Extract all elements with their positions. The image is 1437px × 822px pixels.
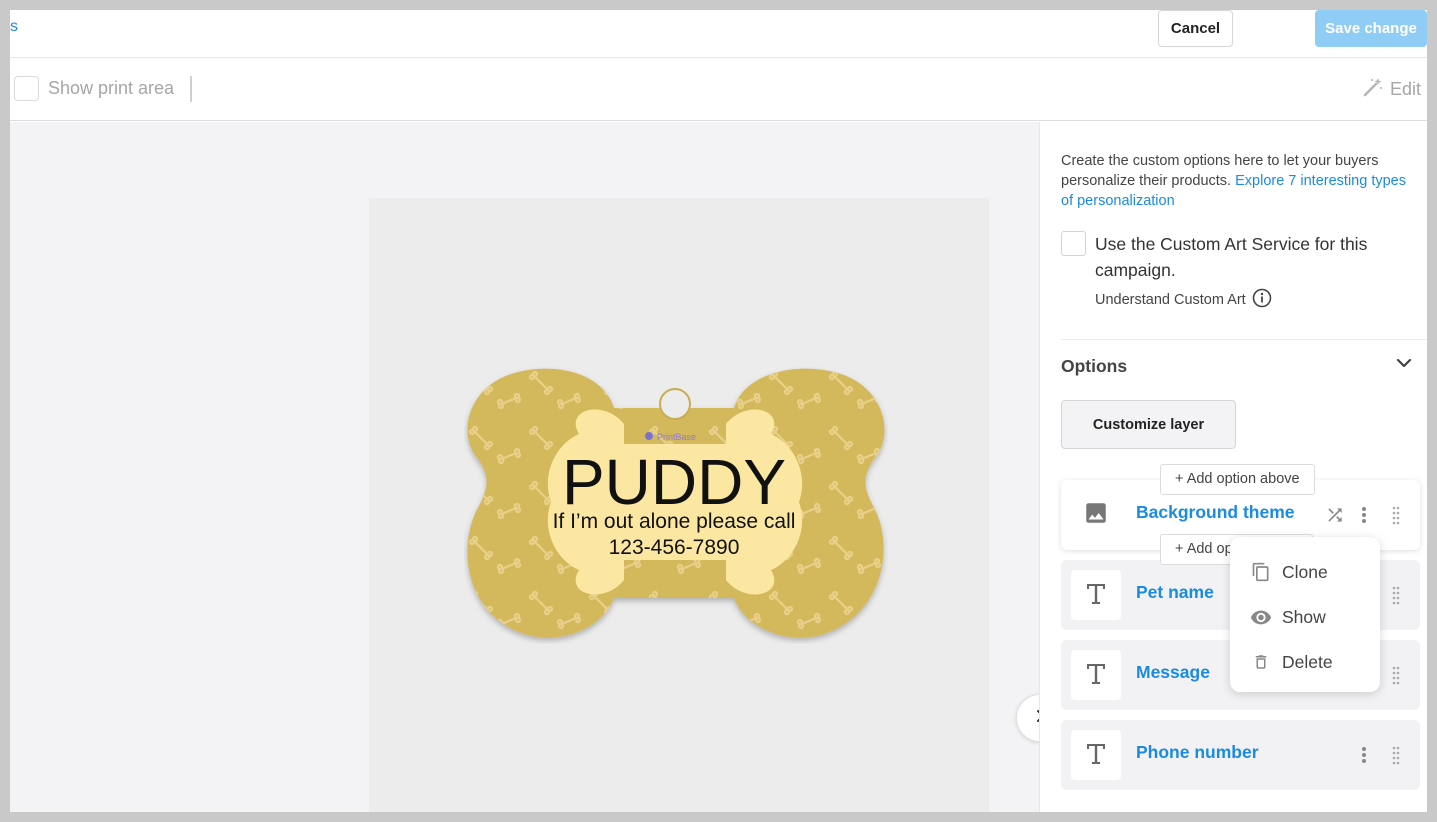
tag-message: If I’m out alone please call [553, 510, 796, 533]
drag-handle-icon[interactable] [1391, 665, 1401, 690]
option-item-phone-number[interactable]: Phone number [1061, 720, 1420, 790]
option-thumb [1071, 490, 1121, 540]
more-options-icon[interactable] [1360, 505, 1368, 530]
editor-toolbar: Show print area Edit [10, 59, 1427, 121]
shuffle-icon[interactable] [1324, 505, 1346, 530]
menu-item-clone[interactable]: Clone [1250, 560, 1328, 584]
option-thumb [1071, 570, 1121, 620]
back-link[interactable]: s [10, 18, 18, 36]
custom-art-checkbox[interactable] [1061, 231, 1086, 256]
option-thumb [1071, 730, 1121, 780]
customize-layer-button[interactable]: Customize layer [1061, 400, 1236, 449]
menu-item-show[interactable]: Show [1250, 605, 1326, 629]
custom-art-label[interactable]: Use the Custom Art Service for this camp… [1095, 231, 1395, 283]
text-icon [1084, 660, 1108, 691]
menu-show-label: Show [1282, 606, 1326, 627]
text-icon [1084, 580, 1108, 611]
magic-wand-icon [1362, 76, 1384, 103]
understand-custom-art-label: Understand Custom Art [1095, 292, 1246, 308]
chevron-down-icon[interactable] [1395, 354, 1413, 377]
top-header: s Cancel Save change [10, 10, 1427, 58]
edit-button[interactable]: Edit [1362, 76, 1421, 103]
info-icon[interactable] [1252, 288, 1272, 312]
trash-icon [1250, 652, 1272, 672]
edit-label: Edit [1389, 79, 1421, 99]
option-name[interactable]: Message [1136, 662, 1210, 683]
save-change-button[interactable]: Save change [1315, 10, 1427, 47]
app-window: s Cancel Save change Show print area Edi… [10, 10, 1427, 812]
add-option-above-button[interactable]: + Add option above [1160, 464, 1315, 495]
more-options-icon[interactable] [1360, 745, 1368, 770]
option-context-menu: Clone Show Delete [1230, 537, 1380, 692]
drag-handle-icon[interactable] [1391, 585, 1401, 610]
options-title: Options [1061, 356, 1128, 376]
artboard[interactable]: PrintBase PUDDY If I’m out alone please … [369, 198, 989, 812]
show-print-area-checkbox[interactable] [14, 76, 39, 101]
show-print-area-label[interactable]: Show print area [48, 78, 174, 99]
cancel-button[interactable]: Cancel [1158, 10, 1233, 47]
tag-logo-text: PrintBase [657, 432, 696, 442]
image-icon [1083, 500, 1109, 531]
understand-custom-art-link[interactable]: Understand Custom Art [1095, 288, 1272, 312]
option-thumb [1071, 650, 1121, 700]
menu-delete-label: Delete [1282, 651, 1333, 672]
text-icon [1084, 740, 1108, 771]
tag-pet-name: PUDDY [562, 446, 786, 518]
design-canvas: PrintBase PUDDY If I’m out alone please … [10, 122, 1039, 812]
pet-tag-preview[interactable]: PrintBase PUDDY If I’m out alone please … [464, 364, 888, 644]
option-name[interactable]: Pet name [1136, 582, 1214, 603]
menu-item-delete[interactable]: Delete [1250, 650, 1333, 674]
panel-divider [1061, 339, 1427, 340]
copy-icon [1250, 561, 1272, 583]
drag-handle-icon[interactable] [1391, 505, 1401, 530]
tag-hole [659, 388, 691, 420]
menu-clone-label: Clone [1282, 561, 1328, 582]
tag-phone: 123-456-7890 [609, 536, 740, 559]
toolbar-divider [190, 76, 192, 102]
option-name[interactable]: Background theme [1136, 502, 1295, 523]
eye-icon [1250, 609, 1272, 625]
panel-intro: Create the custom options here to let yo… [1061, 151, 1421, 211]
custom-options-panel: Create the custom options here to let yo… [1039, 122, 1427, 812]
option-name[interactable]: Phone number [1136, 742, 1259, 763]
drag-handle-icon[interactable] [1391, 745, 1401, 770]
